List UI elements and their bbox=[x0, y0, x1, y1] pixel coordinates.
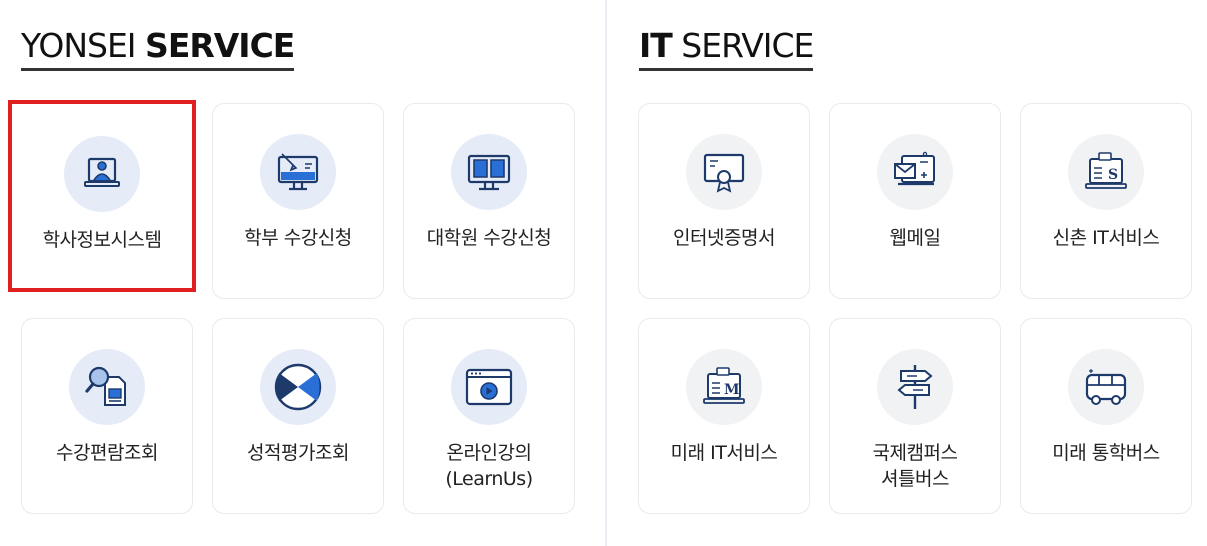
yonsei-service-title: YONSEI SERVICE bbox=[21, 26, 295, 71]
magnifier-document-icon bbox=[69, 349, 145, 425]
card-label: 미래 IT서비스 bbox=[670, 442, 778, 464]
card-label: 학부 수강신청 bbox=[244, 227, 352, 249]
card-internet-certificate[interactable]: 인터넷증명서 bbox=[638, 103, 810, 299]
yonsei-service-section: YONSEI SERVICE 학사정보시스템 학부 수강신청 대학원 수강신청 … bbox=[0, 0, 605, 546]
card-mirae-commute-bus[interactable]: 미래 통학버스 bbox=[1020, 318, 1192, 514]
title-light-text: YONSEI bbox=[21, 26, 146, 65]
it-service-section: IT SERVICE 인터넷증명서 웹메일 S 신촌 IT서비스 M 미래 IT… bbox=[607, 0, 1207, 546]
card-mirae-it-service[interactable]: M 미래 IT서비스 bbox=[638, 318, 810, 514]
laptop-m-icon: M bbox=[686, 349, 762, 425]
title-light-text: SERVICE bbox=[671, 26, 814, 65]
card-label: 미래 통학버스 bbox=[1052, 442, 1160, 464]
card-label: 인터넷증명서 bbox=[673, 227, 775, 249]
card-webmail[interactable]: 웹메일 bbox=[829, 103, 1001, 299]
card-label: 학사정보시스템 bbox=[42, 229, 162, 251]
card-graduate-course-registration[interactable]: 대학원 수강신청 bbox=[403, 103, 575, 299]
grade-evaluation-icon bbox=[260, 349, 336, 425]
bus-icon bbox=[1068, 349, 1144, 425]
video-player-icon bbox=[451, 349, 527, 425]
svg-text:S: S bbox=[1108, 167, 1118, 183]
certificate-icon bbox=[686, 134, 762, 210]
card-haksa-info-system[interactable]: 학사정보시스템 bbox=[8, 100, 196, 292]
it-service-title: IT SERVICE bbox=[639, 26, 814, 71]
laptop-user-icon bbox=[64, 136, 140, 212]
card-label: 대학원 수강신청 bbox=[426, 227, 552, 249]
laptop-s-icon: S bbox=[1068, 134, 1144, 210]
card-undergrad-course-registration[interactable]: 학부 수강신청 bbox=[212, 103, 384, 299]
card-label: 온라인강의 (LearnUs) bbox=[445, 442, 533, 490]
card-label: 수강편람조회 bbox=[56, 442, 158, 464]
card-course-catalog-lookup[interactable]: 수강편람조회 bbox=[21, 318, 193, 514]
title-bold-text: SERVICE bbox=[145, 26, 295, 65]
card-online-lecture-learnus[interactable]: 온라인강의 (LearnUs) bbox=[403, 318, 575, 514]
card-international-campus-shuttle[interactable]: 국제캠퍼스 셔틀버스 bbox=[829, 318, 1001, 514]
card-label: 국제캠퍼스 셔틀버스 bbox=[872, 442, 958, 490]
svg-text:M: M bbox=[724, 382, 740, 398]
monitor-book-icon bbox=[451, 134, 527, 210]
monitor-pen-icon bbox=[260, 134, 336, 210]
card-label: 신촌 IT서비스 bbox=[1052, 227, 1160, 249]
mail-monitor-icon bbox=[877, 134, 953, 210]
card-sinchon-it-service[interactable]: S 신촌 IT서비스 bbox=[1020, 103, 1192, 299]
card-grade-evaluation-lookup[interactable]: 성적평가조회 bbox=[212, 318, 384, 514]
title-bold-text: IT bbox=[639, 26, 673, 65]
card-label: 웹메일 bbox=[889, 227, 941, 249]
card-label: 성적평가조회 bbox=[247, 442, 349, 464]
signpost-icon bbox=[877, 349, 953, 425]
